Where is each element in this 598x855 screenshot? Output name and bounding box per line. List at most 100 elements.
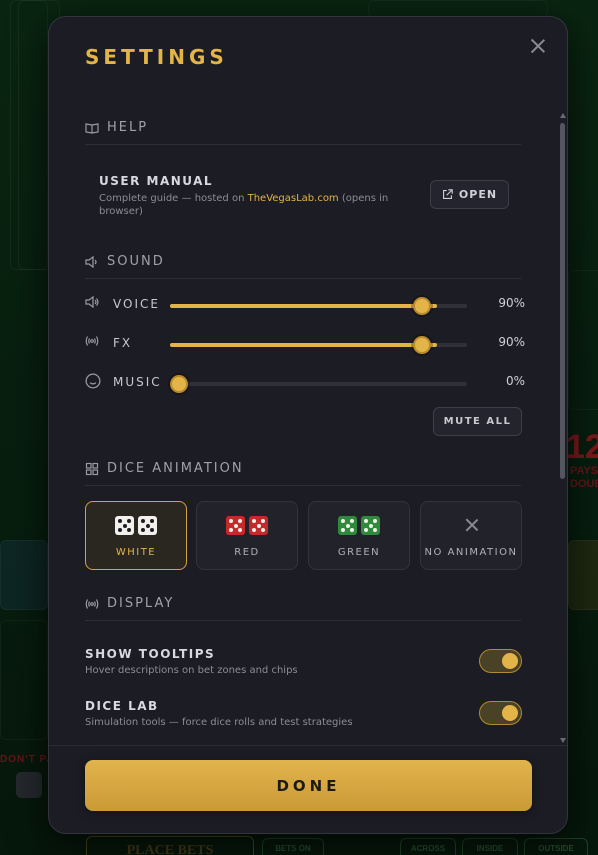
music-slider-track[interactable] (169, 375, 467, 393)
die-pip (261, 528, 265, 532)
dice-option-label: RED (234, 547, 260, 558)
divider (85, 620, 521, 621)
external-link-icon (442, 189, 453, 200)
dice-option-no-animation[interactable]: NO ANIMATION (420, 501, 522, 570)
speaker-icon (85, 255, 99, 269)
die-pip (252, 528, 256, 532)
music-slider-row: MUSIC 0% (85, 373, 525, 393)
fx-slider-track[interactable] (170, 336, 467, 354)
die-pip (127, 519, 131, 523)
die-pip (261, 519, 265, 523)
die-pip (252, 519, 256, 523)
show-tooltips-toggle[interactable] (479, 649, 522, 673)
die-pip (364, 519, 368, 523)
divider (85, 144, 521, 145)
red-die-icon (249, 516, 268, 535)
dice-option-red[interactable]: RED (196, 501, 298, 570)
music-label: MUSIC (113, 375, 162, 389)
die-pip (229, 519, 233, 523)
voice-slider-thumb[interactable] (413, 297, 432, 315)
scrollbar-thumb[interactable] (560, 123, 565, 479)
user-manual-description: Complete guide — hosted on TheVegasLab.c… (99, 193, 389, 217)
open-button-label: OPEN (458, 188, 498, 201)
die-pip (373, 528, 377, 532)
close-icon[interactable] (527, 35, 549, 57)
help-section-heading: HELP (85, 120, 148, 135)
dice-option-green[interactable]: GREEN (308, 501, 410, 570)
done-button[interactable]: DONE (85, 760, 532, 811)
scroll-up-arrow-icon[interactable] (560, 113, 566, 118)
die-pip (122, 523, 127, 528)
die-pip (145, 523, 150, 528)
divider (85, 485, 521, 486)
sound-heading-label: SOUND (107, 254, 165, 269)
show-tooltips-description: Hover descriptions on bet zones and chip… (85, 665, 298, 676)
voice-label: VOICE (113, 297, 160, 311)
die-pip (373, 519, 377, 523)
dice-lab-toggle[interactable] (479, 701, 522, 725)
white-die-icon (138, 516, 157, 535)
mute-all-button[interactable]: MUTE ALL (433, 407, 522, 436)
die-pip (141, 528, 145, 532)
green-die-icon (338, 516, 357, 535)
speaker-icon (85, 295, 99, 309)
book-icon (85, 121, 99, 135)
dice-animation-heading-label: DICE ANIMATION (107, 461, 244, 476)
white-die-icon (115, 516, 134, 535)
dice-lab-title: DICE LAB (85, 699, 159, 713)
dice-option-label: WHITE (115, 547, 157, 558)
vegaslab-link[interactable]: TheVegasLab.com (248, 193, 339, 204)
die-pip (368, 523, 373, 528)
toggle-knob (502, 705, 518, 721)
green-die-icon (361, 516, 380, 535)
help-heading-label: HELP (107, 120, 149, 135)
dice-option-label: GREEN (337, 547, 381, 558)
music-value: 0% (505, 374, 525, 388)
die-pip (350, 519, 354, 523)
divider (85, 278, 521, 279)
dice-animation-section-heading: DICE ANIMATION (85, 461, 244, 476)
die-pip (350, 528, 354, 532)
dice-option-white[interactable]: WHITE (85, 501, 187, 570)
die-pip (238, 519, 242, 523)
die-pip (118, 519, 122, 523)
no-animation-x-icon (465, 518, 479, 532)
voice-slider-row: VOICE 90% (85, 295, 525, 315)
die-pip (118, 528, 122, 532)
die-pip (229, 528, 233, 532)
voice-slider-fill (170, 304, 438, 308)
die-pip (238, 528, 242, 532)
die-pip (141, 519, 145, 523)
dice-pair-green (309, 516, 409, 535)
die-pip (127, 528, 131, 532)
display-icon (85, 597, 99, 611)
die-pip (364, 528, 368, 532)
voice-slider-track[interactable] (170, 297, 467, 315)
sound-section-heading: SOUND (85, 254, 165, 269)
display-heading-label: DISPLAY (107, 596, 175, 611)
fx-label: FX (113, 336, 133, 350)
fx-slider-thumb[interactable] (413, 336, 432, 354)
scroll-down-arrow-icon[interactable] (560, 738, 566, 743)
die-pip (233, 523, 238, 528)
fx-slider-row: FX 90% (85, 334, 525, 354)
die-pip (341, 528, 345, 532)
die-pip (150, 519, 154, 523)
fx-slider-fill (170, 343, 438, 347)
music-slider-thumb[interactable] (169, 375, 188, 393)
dice-option-label: NO ANIMATION (424, 547, 518, 558)
dice-pair-white (86, 516, 186, 535)
smile-icon (85, 373, 101, 389)
toggle-knob (502, 653, 518, 669)
modal-title: SETTINGS (85, 45, 228, 69)
dice-pair-red (197, 516, 297, 535)
die-pip (150, 528, 154, 532)
die-pip (345, 523, 350, 528)
open-manual-button[interactable]: OPEN (430, 180, 509, 209)
fx-value: 90% (498, 335, 525, 349)
die-pip (341, 519, 345, 523)
broadcast-icon (85, 334, 99, 348)
voice-value: 90% (498, 296, 525, 310)
dice-lab-description: Simulation tools — force dice rolls and … (85, 717, 353, 728)
footer-divider (49, 745, 567, 746)
